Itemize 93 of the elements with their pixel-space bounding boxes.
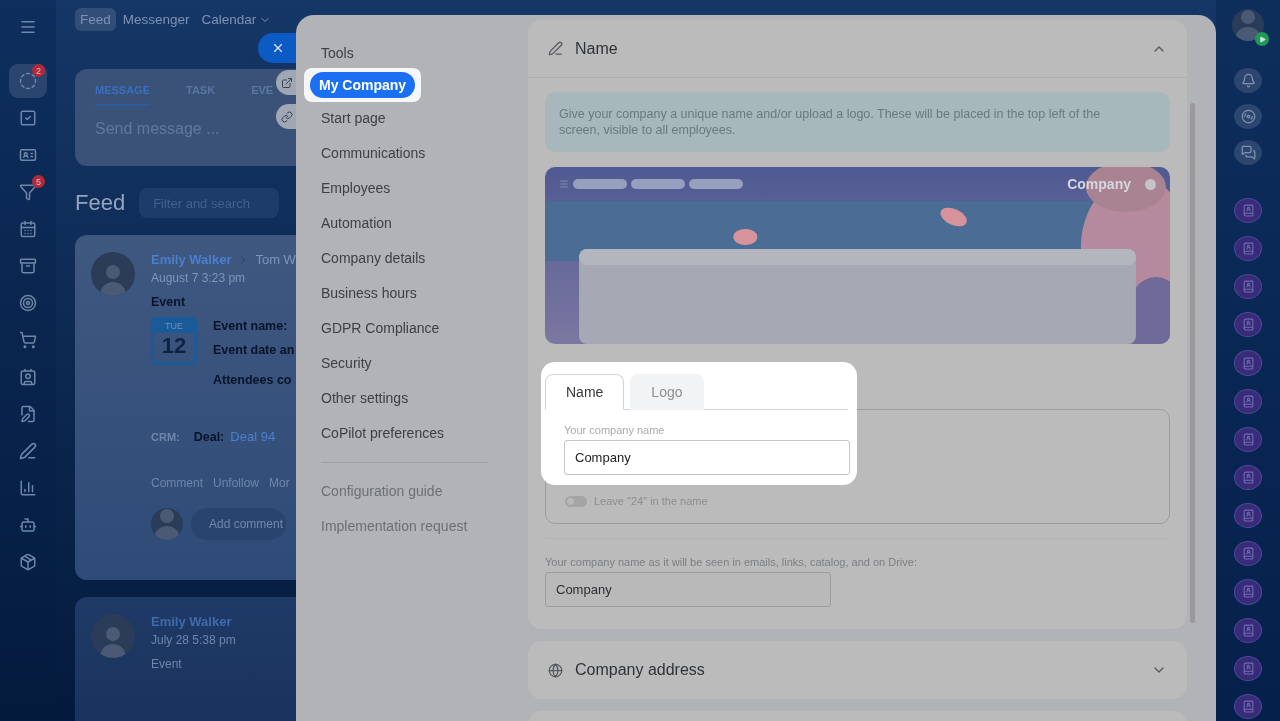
contact-icon — [19, 368, 37, 386]
nav-tab[interactable]: Calendar — [196, 8, 277, 31]
nav-tab[interactable]: Messenger — [117, 8, 195, 31]
field-label: Your company name — [564, 424, 666, 436]
menu-item[interactable]: Company details — [304, 240, 528, 275]
globe-icon — [548, 662, 563, 678]
menu-item[interactable]: Security — [304, 345, 528, 380]
post-time: July 28 5:38 pm — [151, 633, 236, 647]
contact-book-icon[interactable] — [1234, 274, 1262, 300]
disc-icon[interactable] — [1234, 104, 1262, 130]
checkbox-icon — [19, 109, 37, 127]
user-avatar[interactable] — [1232, 9, 1264, 41]
pen-icon — [19, 442, 37, 460]
contact-book-icon[interactable] — [1234, 579, 1262, 605]
calendar-icon — [19, 220, 37, 238]
menu-link[interactable]: Implementation request — [304, 508, 528, 543]
placeholder-bar — [689, 179, 743, 189]
menu-item[interactable]: Start page — [304, 100, 528, 135]
contact-book-icon[interactable] — [1234, 426, 1262, 452]
external-link-icon — [281, 76, 293, 89]
menu-item[interactable]: CoPilot preferences — [304, 415, 528, 450]
archive-icon — [19, 257, 37, 275]
field-label: Your company name as it will be seen in emails, links, catalog, and on Drive: — [545, 556, 918, 568]
event-field: Attendees co — [213, 373, 295, 387]
cart-icon — [19, 331, 37, 349]
contact-book-icon[interactable] — [1234, 655, 1262, 681]
avatar — [91, 252, 135, 296]
nav-tab[interactable]: Feed — [75, 8, 116, 31]
menu-item[interactable]: Business hours — [304, 275, 528, 310]
file-edit-icon — [19, 405, 37, 423]
crm-label: CRM: — [151, 430, 180, 443]
contact-book-icon[interactable] — [1234, 197, 1262, 223]
sidebar-item[interactable]: 2 — [9, 64, 47, 98]
post-time: August 7 3:23 pm — [151, 271, 247, 285]
post-type: Event — [151, 295, 187, 309]
drive-name-field[interactable]: Company — [545, 572, 831, 607]
menu-item[interactable]: Tools — [304, 35, 528, 70]
menu-item[interactable]: Employees — [304, 170, 528, 205]
placeholder-bar — [631, 179, 685, 189]
contact-book-icon[interactable] — [1234, 236, 1262, 262]
avatar — [91, 614, 135, 658]
menu-item[interactable]: Automation — [304, 205, 528, 240]
placeholder-bar — [573, 179, 627, 189]
contact-book-icon[interactable] — [1234, 464, 1262, 491]
menu-icon[interactable] — [19, 18, 37, 36]
post-action[interactable]: Comment — [151, 476, 203, 490]
contact-book-icon[interactable] — [1234, 693, 1262, 720]
menu-item[interactable]: GDPR Compliance — [304, 310, 528, 345]
menu-icon — [559, 179, 569, 189]
deal-label: Deal: — [193, 429, 225, 444]
calendar-icon: TUE 12 — [151, 317, 197, 365]
company-name-field[interactable]: Company — [564, 440, 850, 475]
link-icon — [281, 110, 293, 123]
package-icon — [19, 553, 37, 571]
post-action[interactable]: Mor — [269, 476, 290, 490]
bar-chart-icon — [19, 479, 37, 497]
deal-link[interactable]: Deal 94 — [230, 429, 276, 444]
target-icon — [19, 294, 37, 312]
section-title: Company address — [575, 661, 706, 679]
contact-book-icon[interactable] — [1234, 388, 1262, 414]
id-card-icon — [19, 146, 37, 164]
post-action[interactable]: Unfollow — [213, 476, 260, 490]
post-type: Event — [151, 657, 183, 671]
chat-icon[interactable] — [1234, 140, 1262, 166]
page-title: Feed — [75, 190, 126, 216]
author-link[interactable]: Emily Walker — [151, 614, 236, 629]
count-badge: 5 — [32, 175, 45, 188]
close-icon — [271, 41, 285, 55]
contact-book-icon[interactable] — [1234, 541, 1262, 567]
count-badge: 2 — [32, 64, 45, 77]
tab[interactable]: Logo — [630, 374, 704, 410]
contact-book-icon[interactable] — [1234, 503, 1262, 529]
menu-link[interactable]: Configuration guide — [304, 473, 528, 508]
contact-book-icon[interactable] — [1234, 312, 1262, 338]
event-field: Event name: — [213, 319, 295, 333]
robot-icon — [19, 516, 37, 534]
section-title: Name — [575, 39, 619, 58]
play-icon — [1255, 32, 1269, 46]
menu-item[interactable]: Other settings — [304, 380, 528, 415]
avatar-dot — [1145, 178, 1156, 190]
funnel-icon — [19, 183, 37, 201]
dashed-circle-icon — [19, 72, 37, 90]
avatar — [151, 508, 183, 540]
contact-book-icon[interactable] — [1234, 350, 1262, 376]
menu-item[interactable]: My Company — [310, 72, 416, 98]
tab[interactable]: Name — [545, 374, 625, 410]
sidebar-item[interactable]: 5 — [9, 175, 47, 209]
comment-field[interactable]: Add comment — [191, 508, 286, 540]
contact-book-icon[interactable] — [1234, 617, 1262, 643]
menu-item[interactable]: Communications — [304, 135, 528, 170]
pen-icon — [548, 41, 563, 56]
bell-icon[interactable] — [1234, 68, 1262, 94]
event-field: Event date an — [213, 343, 295, 357]
